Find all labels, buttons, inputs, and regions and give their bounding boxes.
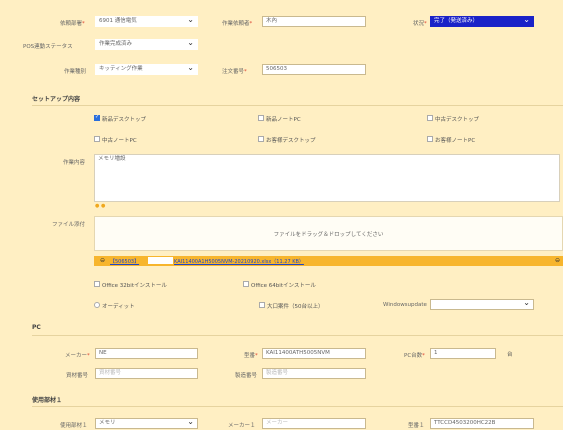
requester-input[interactable]: 木內	[262, 16, 366, 27]
file-attach-label: ファイル添付	[52, 222, 86, 228]
serial-number-label: 製造番号	[235, 373, 258, 379]
checkbox-bulk-label: 大口案件（50台以上）	[267, 304, 324, 310]
attached-file-bar: ⊖ 【506503】 KAI11400A1H5005NVM-20210920.x…	[94, 256, 563, 266]
checkbox-new-desktop-label: 新品デスクトップ	[102, 117, 147, 123]
pc-divider	[32, 335, 563, 336]
serial-number-input[interactable]: 製造番号	[262, 368, 366, 379]
checkbox-bulk[interactable]	[259, 302, 265, 308]
checkbox-customer-desktop-label: お客様デスクトップ	[266, 138, 316, 144]
checkbox-office64-label: Office 64bitインストール	[251, 283, 316, 289]
file-dropzone[interactable]: ファイルをドラッグ＆ドロップしてください	[94, 216, 563, 251]
checkbox-office32-label: Office 32bitインストール	[102, 283, 167, 289]
checkbox-customer-notebook-label: お客様ノートPC	[435, 138, 476, 144]
work-content-value: メモリ増設	[98, 156, 126, 162]
setup-title: セットアップ内容	[32, 96, 81, 103]
checkbox-office64[interactable]	[243, 281, 249, 287]
windows-update-select[interactable]	[430, 299, 534, 310]
windows-update-label: Windowsupdate	[383, 302, 427, 308]
part1-maker-input[interactable]: メーカー	[262, 418, 366, 429]
work-content-label: 作業内容	[63, 160, 86, 166]
part1-maker-label: メーカー１	[228, 423, 256, 429]
pc-maker-input[interactable]: NE	[95, 348, 198, 359]
dept-label: 依頼部署*	[60, 21, 85, 27]
attached-file-blank	[148, 257, 173, 264]
checkbox-used-desktop[interactable]	[427, 115, 433, 121]
pc-maker-label: メーカー*	[65, 353, 90, 359]
file-drop-text: ファイルをドラッグ＆ドロップしてください	[273, 232, 384, 238]
worktype-select[interactable]: キッティング作業	[95, 64, 198, 75]
asset-number-label: 資材番号	[66, 373, 89, 379]
pc-count-unit: 台	[507, 352, 513, 358]
pc-model-label: 型番*	[244, 353, 258, 359]
radio-audit[interactable]	[94, 302, 100, 308]
status-label: 状況*	[413, 21, 427, 27]
pc-title: PC	[32, 324, 41, 331]
checkbox-new-desktop[interactable]	[94, 114, 100, 121]
part1-select[interactable]: メモリ	[95, 418, 198, 429]
parts-title: 使用部材１	[32, 397, 63, 404]
checkbox-office32[interactable]	[94, 281, 100, 287]
expand-icons[interactable]: ● ●	[95, 203, 105, 209]
checkbox-customer-notebook[interactable]	[427, 136, 433, 142]
order-label: 注文番号*	[222, 69, 247, 75]
pc-count-input[interactable]: 1	[430, 348, 496, 359]
setup-divider	[32, 105, 563, 106]
work-content-textarea[interactable]: メモリ増設	[94, 154, 560, 202]
pc-count-label: PC台数*	[404, 353, 425, 359]
parts-divider	[32, 406, 563, 407]
checkbox-used-desktop-label: 中古デスクトップ	[435, 117, 480, 123]
file-delete-icon[interactable]: ⊖	[100, 257, 105, 264]
attached-file-id[interactable]: 【506503】	[110, 258, 139, 265]
checkbox-used-notebook[interactable]	[94, 136, 100, 142]
part1-model-label: 型番１	[408, 423, 425, 429]
worktype-label: 作業種別	[64, 69, 87, 75]
part1-label: 使用部材１	[60, 423, 88, 429]
order-input[interactable]: 506503	[262, 64, 366, 75]
checkbox-used-notebook-label: 中古ノートPC	[102, 138, 137, 144]
requester-label: 作業依頼者*	[222, 21, 253, 27]
file-remove-icon[interactable]: ⊖	[555, 257, 560, 264]
checkbox-new-notebook-label: 新品ノートPC	[266, 117, 301, 123]
attached-file-name[interactable]: KAI11400A1H5005NVM-20210920.xlsx（11.27 K…	[174, 258, 304, 265]
pos-status-label: POS連動ステータス	[23, 44, 73, 50]
radio-audit-label: オーディット	[102, 304, 135, 310]
checkbox-customer-desktop[interactable]	[258, 136, 264, 142]
pos-status-select[interactable]: 作業完成済み	[95, 39, 198, 50]
dept-select[interactable]: 6901 通信電気	[95, 16, 198, 27]
status-select[interactable]: 完了（発送済み）	[430, 16, 534, 27]
checkbox-new-notebook[interactable]	[258, 115, 264, 121]
asset-number-input[interactable]: 資材番号	[95, 368, 198, 379]
part1-model-input[interactable]: TTCCD4503200HC22B	[430, 418, 534, 429]
pc-model-input[interactable]: KAI11400ATH5005NVM	[262, 348, 366, 359]
